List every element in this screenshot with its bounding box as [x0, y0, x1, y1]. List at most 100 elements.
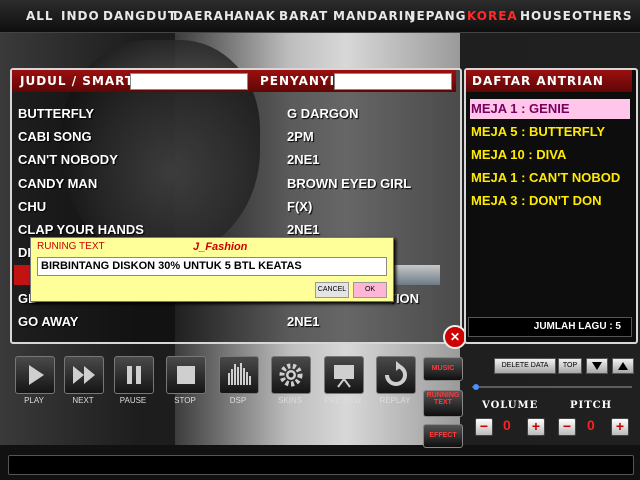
- artist-search-input[interactable]: [334, 73, 452, 90]
- song-row[interactable]: GO AWAY 2NE1: [18, 314, 458, 334]
- category-jepang[interactable]: JEPANG: [411, 9, 467, 23]
- song-title: CAN'T NOBODY: [18, 152, 118, 167]
- effect-button[interactable]: EFFECT: [423, 424, 463, 448]
- move-down-button[interactable]: [586, 358, 608, 374]
- arrow-down-icon: [592, 362, 602, 370]
- song-title: GO AWAY: [18, 314, 79, 329]
- delete-data-button[interactable]: DELETE DATA: [494, 358, 556, 374]
- queue-header: DAFTAR ANTRIAN: [466, 70, 632, 92]
- dsp-button[interactable]: [219, 356, 259, 394]
- category-barat[interactable]: BARAT: [279, 9, 328, 23]
- song-title: CANDY MAN: [18, 176, 98, 191]
- gear-icon: [279, 363, 303, 387]
- song-artist: 2PM: [287, 129, 314, 144]
- category-others[interactable]: OTHERS: [572, 9, 633, 23]
- volume-increase-button[interactable]: +: [527, 418, 545, 436]
- play-icon: [29, 365, 44, 385]
- category-korea[interactable]: KOREA: [467, 9, 518, 23]
- next-button[interactable]: [64, 356, 104, 394]
- pause-button[interactable]: [114, 356, 154, 394]
- pitch-value: 0: [587, 417, 595, 433]
- song-row[interactable]: CANDY MAN BROWN EYED GIRL: [18, 176, 458, 196]
- queue-count: JUMLAH LAGU : 5: [468, 317, 632, 337]
- pitch-decrease-button[interactable]: −: [558, 418, 576, 436]
- category-daerah[interactable]: DAERAH: [173, 9, 235, 23]
- queue-item[interactable]: MEJA 10 : DIVA: [470, 145, 630, 165]
- stop-button[interactable]: [166, 356, 206, 394]
- song-row[interactable]: CABI SONG 2PM: [18, 129, 458, 149]
- next-icon: [73, 366, 95, 384]
- song-title: BUTTERFLY: [18, 106, 95, 121]
- move-up-button[interactable]: [612, 358, 634, 374]
- pause-icon: [127, 366, 141, 384]
- song-artist: F(X): [287, 199, 313, 214]
- queue-count-text: JUMLAH LAGU : 5: [533, 321, 621, 332]
- queue-title: DAFTAR ANTRIAN: [472, 74, 604, 88]
- pitch-increase-button[interactable]: +: [611, 418, 629, 436]
- song-artist: G DARGON: [287, 106, 359, 121]
- pause-label: PAUSE: [119, 396, 147, 405]
- dsp-label: DSP: [229, 396, 247, 405]
- song-artist: 2NE1: [287, 152, 320, 167]
- queue-item[interactable]: MEJA 3 : DON'T DON: [470, 191, 630, 211]
- music-button[interactable]: MUSIC: [423, 357, 463, 381]
- arrow-up-icon: [618, 362, 628, 370]
- song-title: CABI SONG: [18, 129, 92, 144]
- top-button[interactable]: TOP: [558, 358, 582, 374]
- song-title: CHU: [18, 199, 47, 214]
- song-list-header: JUDUL / SMART PENYANYI: [12, 70, 456, 92]
- pitch-label: PITCH: [570, 400, 613, 411]
- skins-button[interactable]: [271, 356, 311, 394]
- title-search-input[interactable]: [130, 73, 248, 90]
- replay-button[interactable]: [376, 356, 416, 394]
- category-house[interactable]: HOUSE: [520, 9, 572, 23]
- queue-item-label: MEJA 10 : DIVA: [471, 147, 567, 162]
- running-text-button-line1: RUNNING: [426, 392, 460, 399]
- equalizer-icon: [228, 363, 251, 385]
- category-all[interactable]: ALL: [26, 9, 54, 23]
- queue-item-label: MEJA 1 : CAN'T NOBOD: [471, 170, 621, 185]
- replay-icon: [385, 361, 407, 386]
- song-row[interactable]: CHU F(X): [18, 199, 458, 219]
- category-anak[interactable]: ANAK: [234, 9, 276, 23]
- next-label: NEXT: [72, 396, 94, 405]
- song-artist: BROWN EYED GIRL: [287, 176, 412, 191]
- running-text-input[interactable]: BIRBINTANG DISKON 30% UNTUK 5 BTL KEATAS: [37, 257, 387, 276]
- song-row[interactable]: CAN'T NOBODY 2NE1: [18, 152, 458, 172]
- volume-label: VOLUME: [482, 400, 539, 411]
- skins-label: SKINS: [277, 396, 302, 405]
- queue-item-label: MEJA 3 : DON'T DON: [471, 193, 602, 208]
- progress-slider[interactable]: [472, 383, 632, 391]
- song-title: CLAP YOUR HANDS: [18, 222, 144, 237]
- queue-item[interactable]: MEJA 1 : GENIE: [470, 99, 630, 119]
- song-artist: 2NE1: [287, 222, 320, 237]
- cancel-button[interactable]: CANCEL: [315, 282, 349, 298]
- volume-value: 0: [503, 417, 511, 433]
- dialog-brand: J_Fashion: [193, 241, 248, 253]
- queue-item-label: MEJA 5 : BUTTERFLY: [471, 124, 606, 139]
- replay-label: REPLAY: [379, 396, 411, 405]
- queue-item[interactable]: MEJA 5 : BUTTERFLY: [470, 122, 630, 142]
- play-button[interactable]: [15, 356, 55, 394]
- category-bar: ALL INDO DANGDUT DAERAH ANAK BARAT MANDA…: [0, 0, 640, 33]
- category-indo[interactable]: INDO: [61, 9, 100, 23]
- stop-label: STOP: [174, 396, 196, 405]
- volume-decrease-button[interactable]: −: [475, 418, 493, 436]
- artist-search-label: PENYANYI: [260, 74, 336, 88]
- running-text-button[interactable]: RUNNING TEXT: [423, 390, 463, 417]
- running-text-display: [8, 455, 634, 475]
- preview-button[interactable]: [324, 356, 364, 394]
- song-artist: 2NE1: [287, 314, 320, 329]
- running-text-button-line2: TEXT: [434, 399, 452, 406]
- preview-label: PREVIEW: [324, 396, 362, 405]
- title-search-label: JUDUL / SMART: [20, 74, 135, 88]
- category-mandarin[interactable]: MANDARIN: [333, 9, 415, 23]
- song-row[interactable]: BUTTERFLY G DARGON: [18, 106, 458, 126]
- queue-item[interactable]: MEJA 1 : CAN'T NOBOD: [470, 168, 630, 188]
- ok-button[interactable]: OK: [353, 282, 387, 298]
- stop-icon: [177, 366, 195, 384]
- queue-item-label: MEJA 1 : GENIE: [471, 101, 570, 116]
- dialog-title: RUNING TEXT: [37, 241, 105, 252]
- running-text-value: BIRBINTANG DISKON 30% UNTUK 5 BTL KEATAS: [41, 260, 302, 272]
- category-dangdut[interactable]: DANGDUT: [103, 9, 177, 23]
